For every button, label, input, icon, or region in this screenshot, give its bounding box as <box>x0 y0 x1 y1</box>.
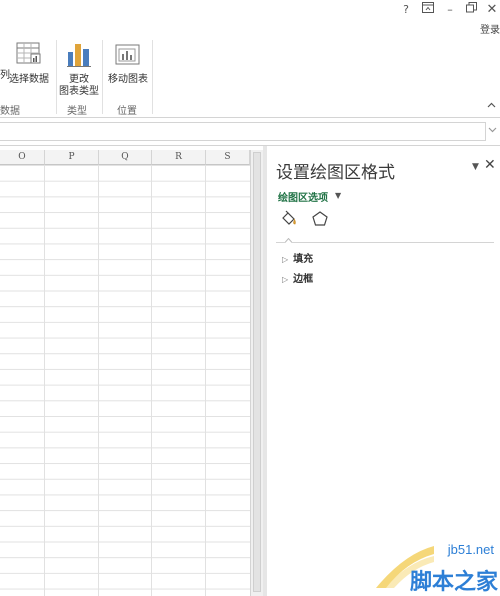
group-label-data: 数据 <box>0 106 20 117</box>
title-bar: ? – ✕ 登录 <box>0 0 500 36</box>
ribbon-separator <box>56 40 57 114</box>
formula-bar <box>0 118 500 146</box>
cell-gridlines[interactable] <box>0 165 250 596</box>
expand-triangle-icon: ▷ <box>282 255 289 264</box>
restore-button[interactable] <box>461 2 481 18</box>
column-header-q[interactable]: Q <box>99 150 152 165</box>
tab-underline <box>276 242 494 243</box>
ribbon: 列 选择数据 数据 更改 图表类型 类型 移动图表 位置 <box>0 36 500 118</box>
pane-close-button[interactable]: ✕ <box>484 157 496 173</box>
pane-options-dropdown[interactable]: ▼ <box>472 162 479 172</box>
change-chart-type-icon <box>67 44 91 67</box>
dropdown-arrow-icon[interactable]: ▼ <box>335 191 341 200</box>
section-fill-label: 填充 <box>293 254 314 265</box>
login-link[interactable]: 登录 <box>480 21 500 36</box>
column-header-p[interactable]: P <box>45 150 99 165</box>
section-border[interactable]: ▷ 边框 <box>282 270 313 285</box>
plot-area-options-dropdown[interactable]: 绘图区选项 <box>278 189 328 204</box>
column-header-s[interactable]: S <box>206 150 250 165</box>
select-data-label: 选择数据 <box>9 74 49 85</box>
close-window-button[interactable]: ✕ <box>482 2 500 18</box>
group-label-type: 类型 <box>67 106 87 117</box>
pane-title: 设置绘图区格式 <box>276 163 395 183</box>
change-chart-type-button[interactable]: 更改 图表类型 <box>58 42 100 98</box>
restore-icon <box>465 2 477 13</box>
section-border-label: 边框 <box>293 274 314 285</box>
active-tab-caret <box>285 238 292 243</box>
ribbon-separator <box>102 40 103 114</box>
move-chart-button[interactable]: 移动图表 <box>106 42 150 86</box>
help-button[interactable]: ? <box>396 2 416 18</box>
watermark-url: jb51.net <box>447 542 494 557</box>
move-chart-icon <box>115 44 140 65</box>
move-chart-label: 移动图表 <box>108 74 148 85</box>
group-label-location: 位置 <box>117 106 137 117</box>
collapse-ribbon-button[interactable] <box>487 100 496 111</box>
watermark-name: 脚本之家 <box>409 569 498 594</box>
change-chart-type-label-1: 更改 <box>69 74 89 85</box>
chevron-down-icon <box>488 127 497 133</box>
column-header-o[interactable]: O <box>0 150 45 165</box>
vertical-scrollbar[interactable] <box>250 150 263 596</box>
ribbon-display-icon <box>422 2 434 13</box>
minimize-button[interactable]: – <box>440 2 460 18</box>
ribbon-display-options-button[interactable] <box>418 2 438 18</box>
section-fill[interactable]: ▷ 填充 <box>282 250 313 265</box>
formula-input[interactable] <box>0 122 486 141</box>
ribbon-separator <box>152 40 153 114</box>
fill-line-tab[interactable] <box>280 210 298 228</box>
select-data-button[interactable]: 选择数据 <box>8 42 50 86</box>
scrollbar-thumb[interactable] <box>253 152 261 592</box>
format-plot-area-pane: 设置绘图区格式 ▼ ✕ 绘图区选项 ▼ ▷ 填充 ▷ 边框 <box>267 146 500 596</box>
change-chart-type-label-2: 图表类型 <box>59 86 99 97</box>
column-header-r[interactable]: R <box>152 150 206 165</box>
chevron-up-icon <box>487 102 496 108</box>
effects-tab[interactable] <box>311 210 329 228</box>
worksheet-grid[interactable]: O P Q R S <box>0 150 250 596</box>
expand-formula-bar-button[interactable] <box>488 126 497 136</box>
pentagon-icon <box>312 211 328 226</box>
watermark: jb51.net 脚本之家 <box>370 534 500 596</box>
paint-bucket-icon <box>282 210 296 225</box>
expand-triangle-icon: ▷ <box>282 275 289 284</box>
select-data-icon <box>16 42 41 64</box>
